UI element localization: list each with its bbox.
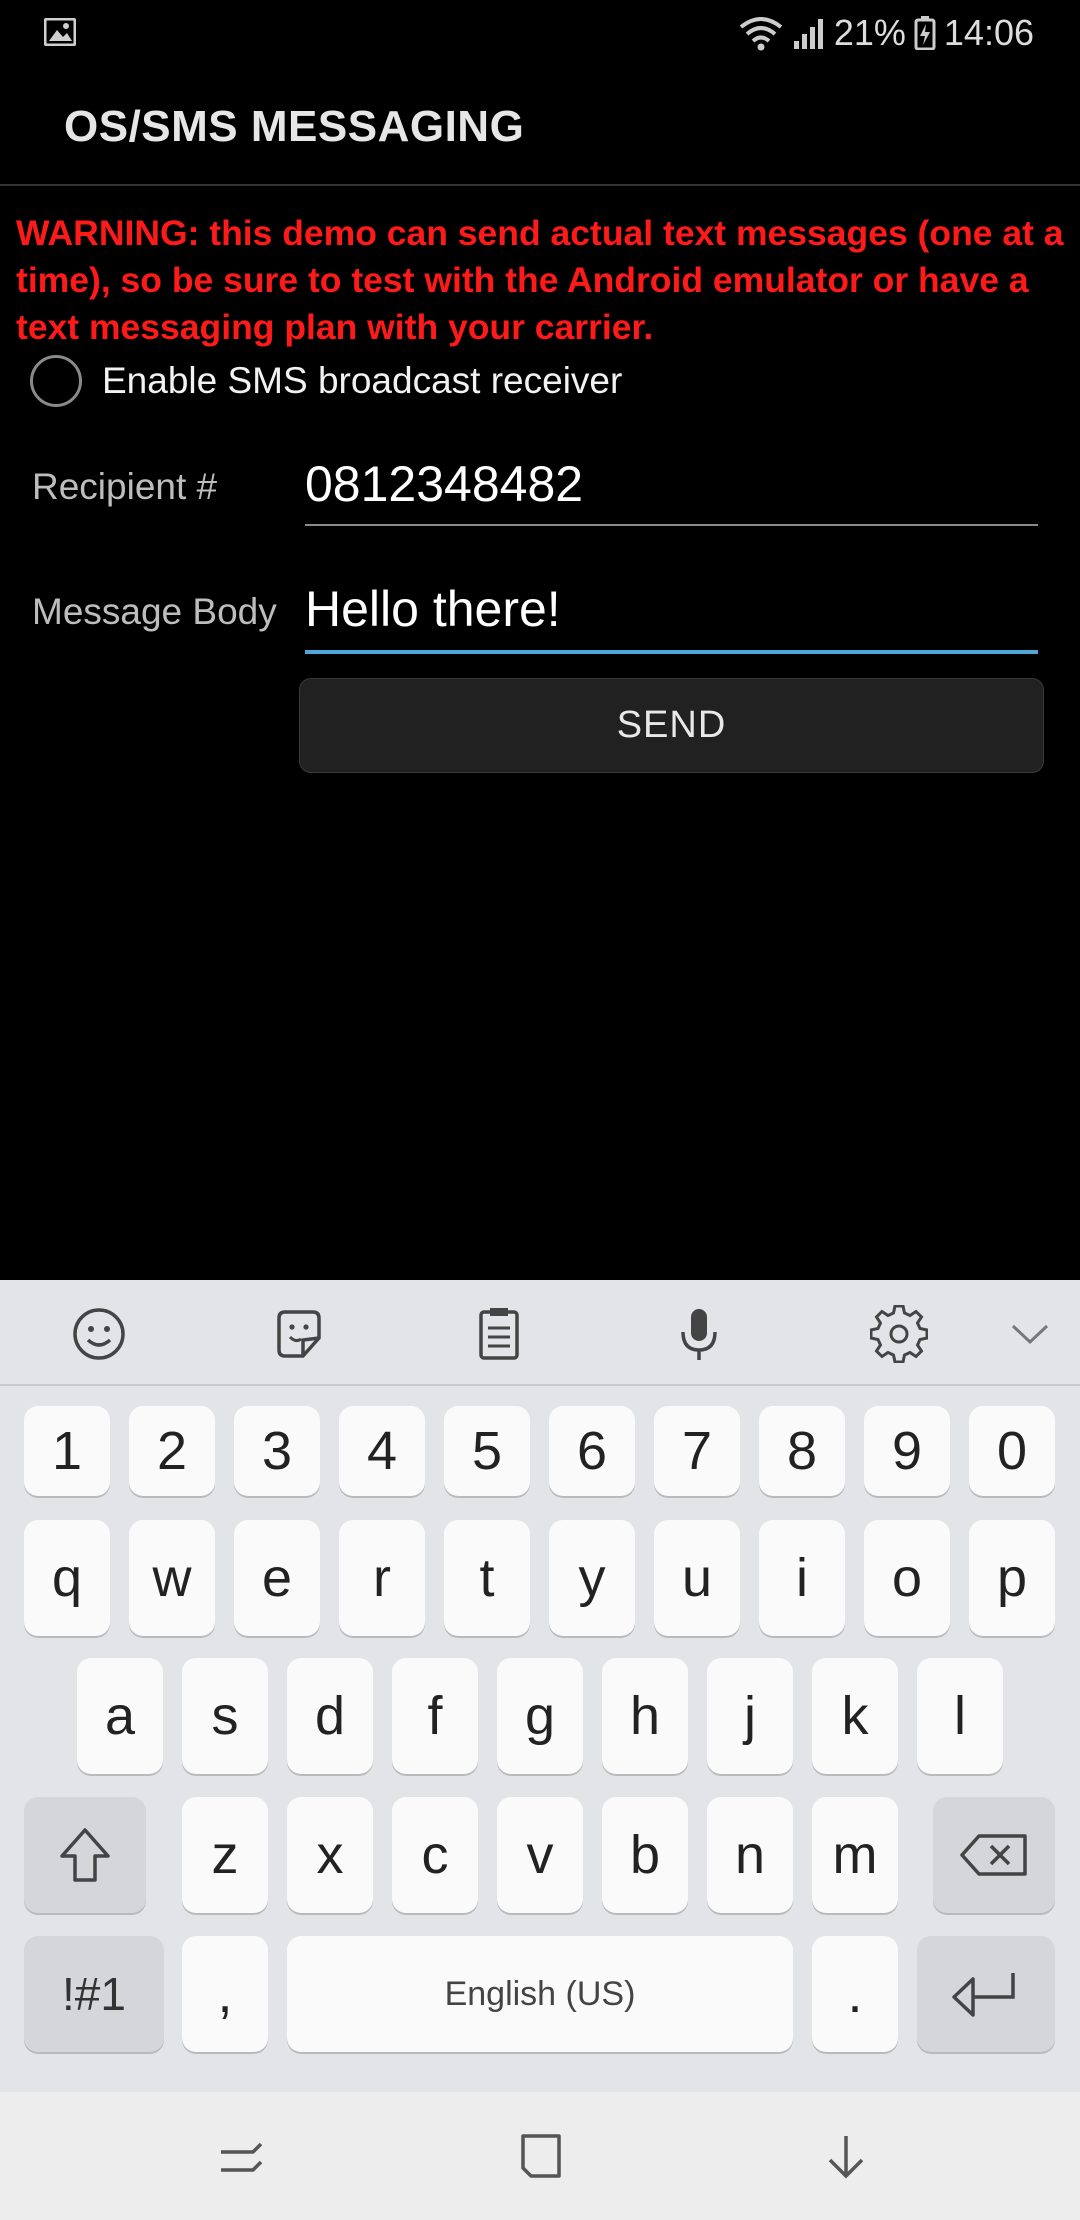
sms-broadcast-receiver-toggle[interactable]: Enable SMS broadcast receiver [30, 354, 622, 408]
key-e[interactable]: e [234, 1520, 320, 1636]
signal-icon [793, 19, 823, 49]
image-icon [44, 18, 76, 46]
wifi-icon [739, 17, 783, 51]
key-9[interactable]: 9 [864, 1406, 950, 1496]
clipboard-icon[interactable] [469, 1304, 529, 1364]
status-bar: 21% 14:06 [0, 0, 1080, 66]
recipient-value: 0812348482 [305, 456, 584, 512]
key-j[interactable]: j [707, 1658, 793, 1774]
key-0[interactable]: 0 [969, 1406, 1055, 1496]
key-o[interactable]: o [864, 1520, 950, 1636]
microphone-icon[interactable] [669, 1304, 729, 1364]
key-w[interactable]: w [129, 1520, 215, 1636]
key-z[interactable]: z [182, 1797, 268, 1913]
shift-key[interactable] [24, 1797, 146, 1913]
back-icon[interactable] [816, 2126, 876, 2186]
key-k[interactable]: k [812, 1658, 898, 1774]
enter-return-icon [952, 1973, 1015, 2017]
recipient-input[interactable]: 0812348482 [305, 455, 1038, 513]
key-d[interactable]: d [287, 1658, 373, 1774]
emoji-icon[interactable] [69, 1304, 129, 1364]
recipient-label: Recipient # [32, 466, 218, 507]
battery-icon [914, 16, 936, 50]
key-6[interactable]: 6 [549, 1406, 635, 1496]
symbols-key[interactable]: !#1 [24, 1936, 164, 2052]
navigation-bar [0, 2092, 1080, 2220]
sticker-icon[interactable] [269, 1304, 329, 1364]
clock: 14:06 [943, 12, 1034, 53]
key-y[interactable]: y [549, 1520, 635, 1636]
collapse-chevron-icon[interactable] [1000, 1304, 1060, 1364]
key-a[interactable]: a [77, 1658, 163, 1774]
key-4[interactable]: 4 [339, 1406, 425, 1496]
message-body-underline [305, 650, 1038, 654]
key-b[interactable]: b [602, 1797, 688, 1913]
comma-key[interactable]: , [182, 1936, 268, 2052]
key-h[interactable]: h [602, 1658, 688, 1774]
soft-keyboard: 1 2 3 4 5 6 7 8 9 0 q w e r t y u i o p … [0, 1280, 1080, 2092]
recipient-underline [305, 524, 1038, 526]
checkbox-label: Enable SMS broadcast receiver [102, 360, 623, 401]
period-key[interactable]: . [812, 1936, 898, 2052]
key-r[interactable]: r [339, 1520, 425, 1636]
key-q[interactable]: q [24, 1520, 110, 1636]
page-title: OS/SMS MESSAGING [64, 102, 525, 151]
key-c[interactable]: c [392, 1797, 478, 1913]
message-body-value: Hello there! [305, 581, 561, 637]
warning-text: WARNING: this demo can send actual text … [16, 213, 1064, 347]
key-s[interactable]: s [182, 1658, 268, 1774]
message-body-label: Message Body [32, 591, 277, 632]
app-bar: OS/SMS MESSAGING [0, 66, 1080, 186]
recent-apps-icon[interactable] [211, 2126, 271, 2186]
key-x[interactable]: x [287, 1797, 373, 1913]
key-5[interactable]: 5 [444, 1406, 530, 1496]
key-t[interactable]: t [444, 1520, 530, 1636]
key-v[interactable]: v [497, 1797, 583, 1913]
space-bar[interactable]: English (US) [287, 1936, 793, 2052]
enter-key[interactable] [917, 1936, 1055, 2052]
key-n[interactable]: n [707, 1797, 793, 1913]
status-indicators: 21% 14:06 [738, 10, 1034, 56]
key-f[interactable]: f [392, 1658, 478, 1774]
key-8[interactable]: 8 [759, 1406, 845, 1496]
key-2[interactable]: 2 [129, 1406, 215, 1496]
key-i[interactable]: i [759, 1520, 845, 1636]
key-3[interactable]: 3 [234, 1406, 320, 1496]
backspace-key[interactable] [933, 1797, 1055, 1913]
key-g[interactable]: g [497, 1658, 583, 1774]
backspace-icon [960, 1834, 1027, 1876]
key-p[interactable]: p [969, 1520, 1055, 1636]
settings-gear-icon[interactable] [869, 1304, 929, 1364]
key-m[interactable]: m [812, 1797, 898, 1913]
shift-arrow-icon [60, 1828, 110, 1882]
message-body-input[interactable]: Hello there! [305, 580, 1038, 638]
home-icon[interactable] [511, 2126, 571, 2186]
keyboard-toolbar [0, 1280, 1080, 1386]
key-l[interactable]: l [917, 1658, 1003, 1774]
key-1[interactable]: 1 [24, 1406, 110, 1496]
key-u[interactable]: u [654, 1520, 740, 1636]
send-button[interactable]: SEND [299, 678, 1044, 773]
checkbox-circle[interactable] [30, 355, 82, 407]
battery-percent: 21% [833, 12, 906, 53]
key-7[interactable]: 7 [654, 1406, 740, 1496]
